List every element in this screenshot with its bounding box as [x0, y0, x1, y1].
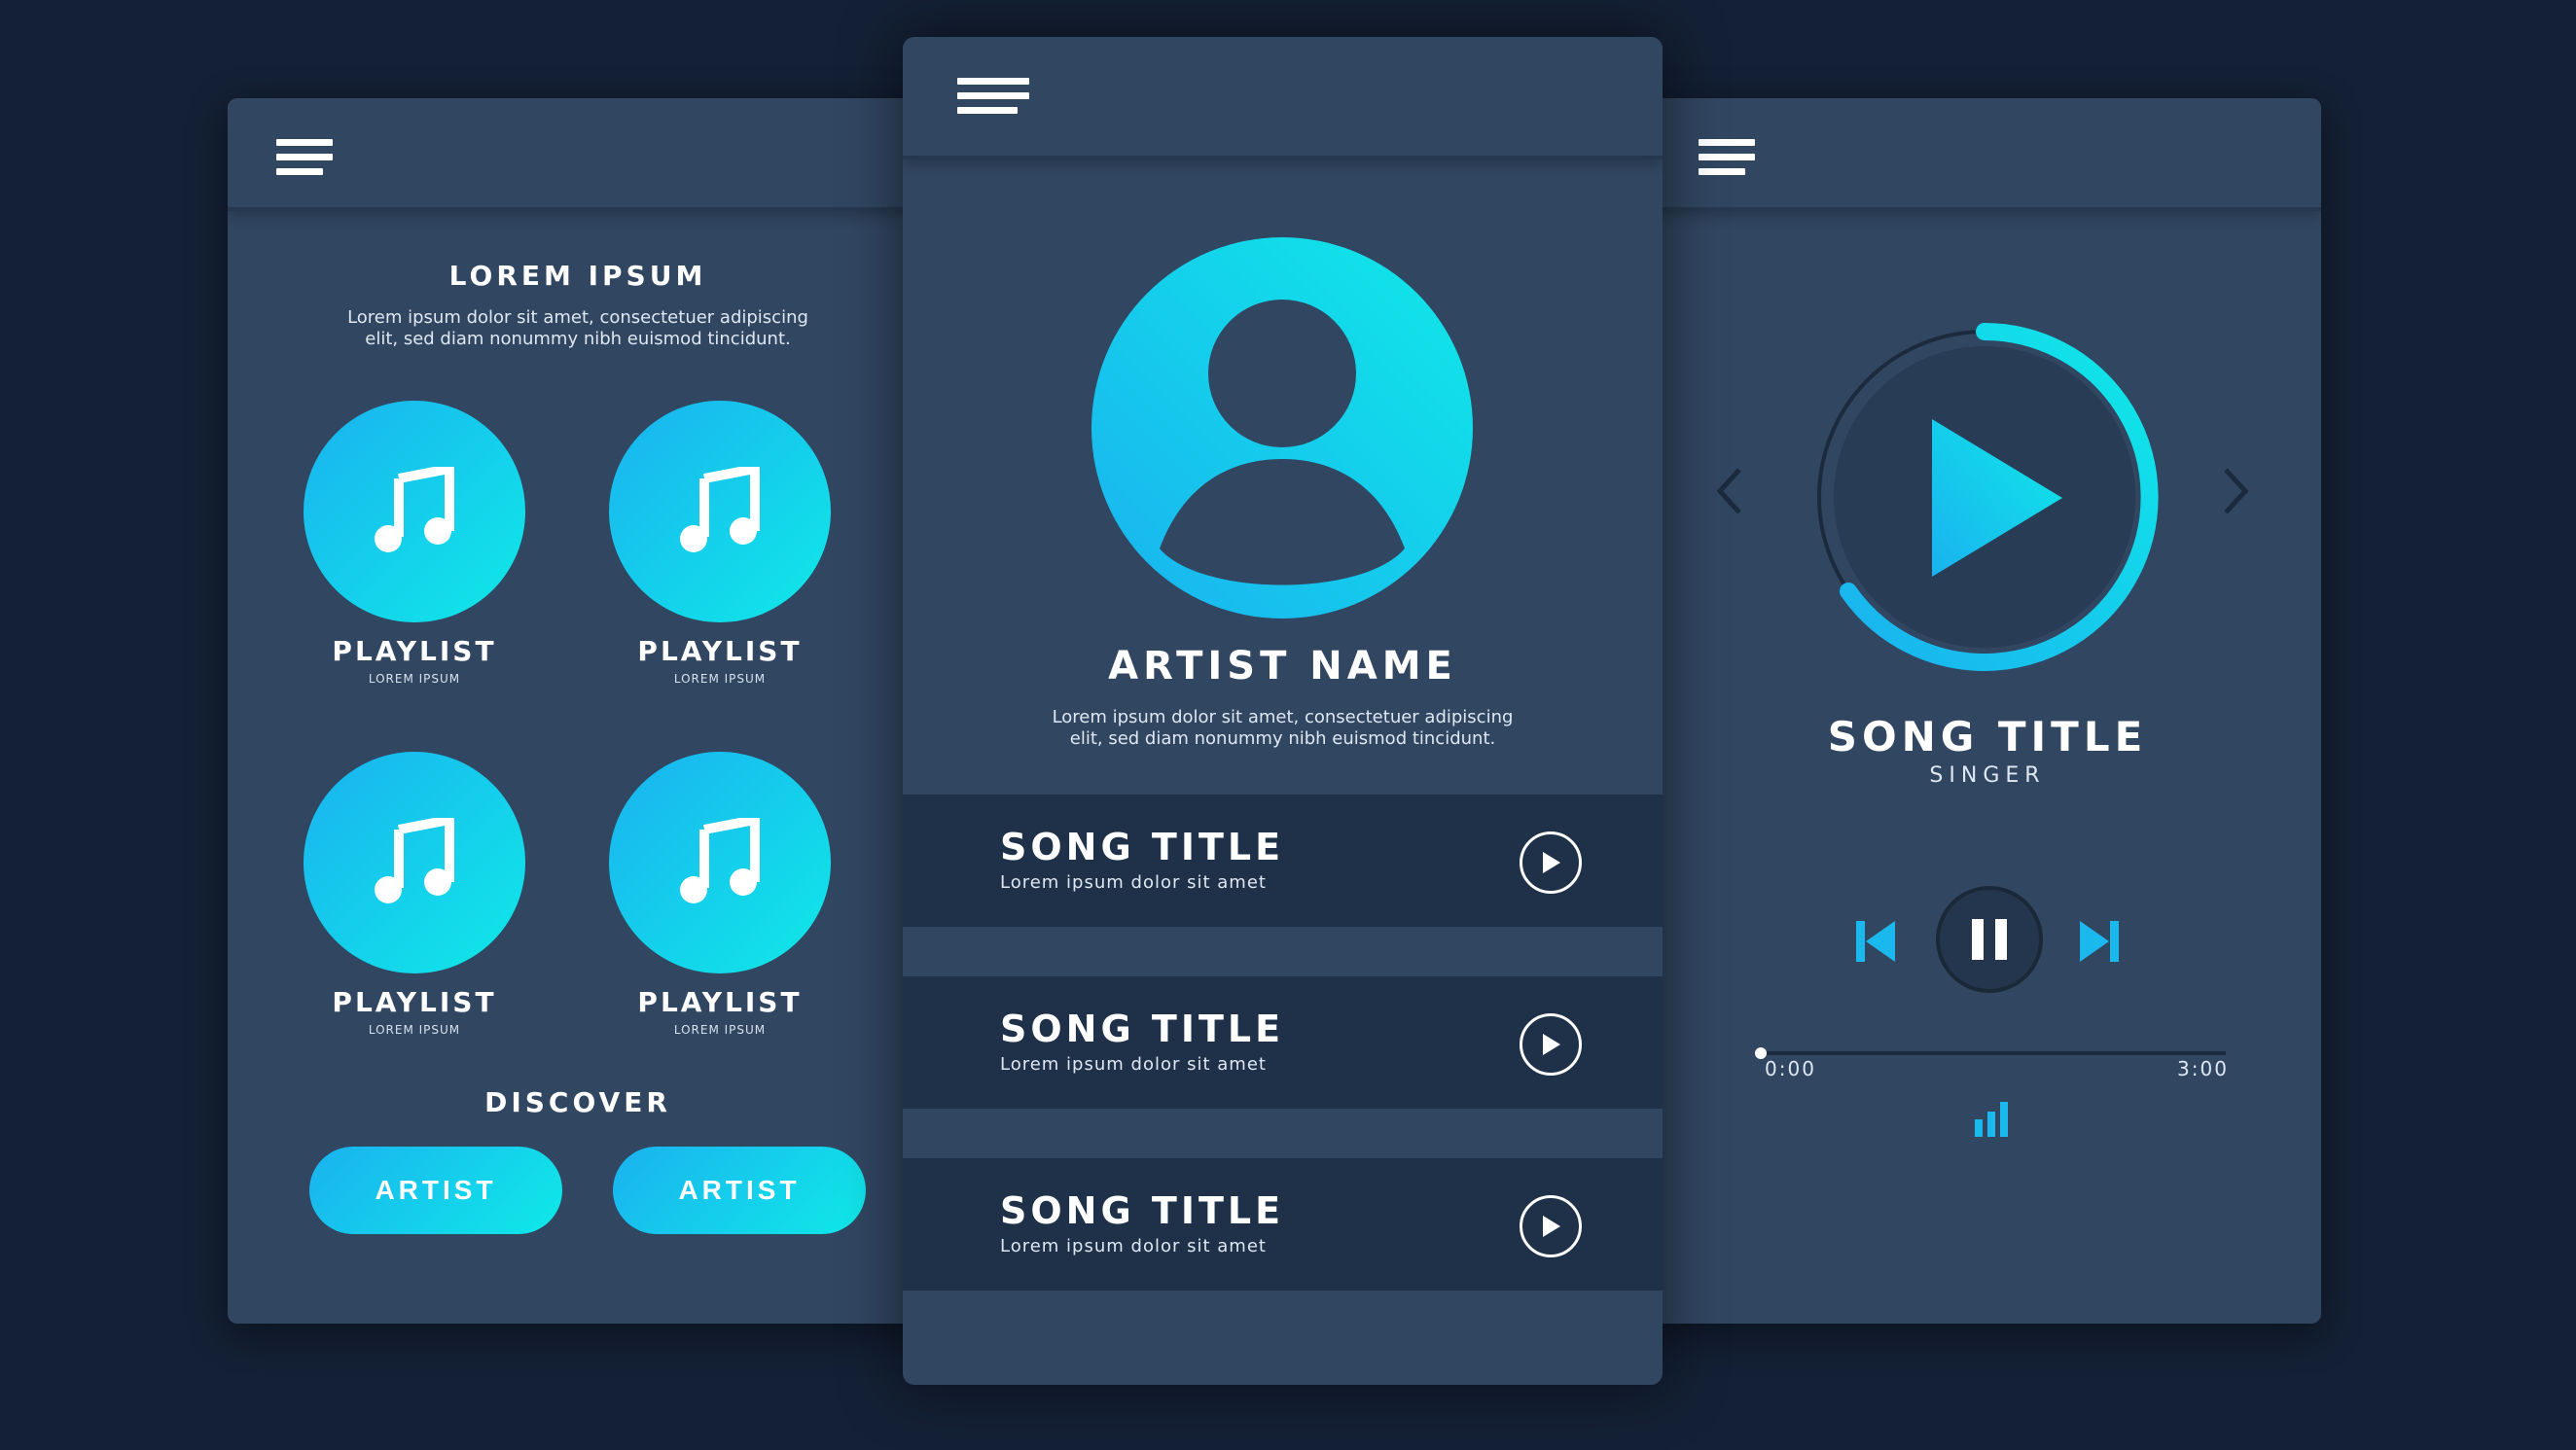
playlist-label-2: PLAYLIST	[637, 635, 803, 667]
playlist-sub-3: LOREM IPSUM	[368, 1023, 461, 1037]
pause-icon	[1972, 919, 2007, 960]
artist-name: ARTIST NAME	[1108, 644, 1457, 689]
seek-bar[interactable]	[1755, 1042, 2226, 1065]
menu-icon[interactable]	[1699, 139, 1755, 175]
music-note-icon	[680, 467, 760, 552]
song-row-1[interactable]: SONG TITLE Lorem ipsum dolor sit amet	[903, 795, 1663, 927]
play-button[interactable]	[1520, 1195, 1582, 1257]
song-title: SONG TITLE	[1000, 1189, 1285, 1232]
playlist-card-4[interactable]	[609, 752, 831, 973]
playlist-sub-1: LOREM IPSUM	[368, 672, 461, 686]
artist-button-1[interactable]: ARTIST	[309, 1147, 562, 1234]
player-screen: SONG TITLE SINGER 0:00 3:00	[1654, 98, 2321, 1324]
artist-description-line1: Lorem ipsum dolor sit amet, consectetuer…	[1052, 707, 1514, 727]
playlist-card-2[interactable]	[609, 401, 831, 622]
song-title: SONG TITLE	[1000, 826, 1285, 868]
section-description-line2: elit, sed diam nonummy nibh euismod tinc…	[365, 329, 791, 349]
playlist-label-1: PLAYLIST	[332, 635, 497, 667]
seek-track	[1755, 1051, 2226, 1055]
stage: LOREM IPSUM Lorem ipsum dolor sit amet, …	[0, 0, 2576, 1450]
song-title: SONG TITLE	[1827, 713, 2148, 760]
play-button[interactable]	[1520, 831, 1582, 894]
playlist-card-3[interactable]	[304, 752, 525, 973]
playlists-screen: LOREM IPSUM Lorem ipsum dolor sit amet, …	[228, 98, 928, 1324]
artist-screen: ARTIST NAME Lorem ipsum dolor sit amet, …	[903, 37, 1663, 1385]
chevron-right-icon[interactable]	[2218, 464, 2253, 518]
song-subtitle: Lorem ipsum dolor sit amet	[1000, 1236, 1267, 1256]
play-button[interactable]	[1520, 1013, 1582, 1076]
equalizer-icon[interactable]	[1973, 1100, 2012, 1139]
menu-icon[interactable]	[276, 139, 333, 175]
music-note-icon	[375, 818, 454, 903]
section-heading: LOREM IPSUM	[448, 260, 707, 292]
pause-button[interactable]	[1936, 886, 2043, 993]
menu-icon[interactable]	[957, 78, 1029, 114]
playlist-card-1[interactable]	[304, 401, 525, 622]
playlist-sub-2: LOREM IPSUM	[673, 672, 767, 686]
chevron-left-icon[interactable]	[1712, 464, 1747, 518]
skip-previous-icon[interactable]	[1854, 919, 1897, 964]
top-bar	[228, 98, 928, 211]
skip-next-icon[interactable]	[2078, 919, 2121, 964]
play-icon	[1543, 1034, 1560, 1055]
time-current: 0:00	[1765, 1057, 1816, 1080]
song-row-2[interactable]: SONG TITLE Lorem ipsum dolor sit amet	[903, 976, 1663, 1109]
artist-avatar	[1091, 237, 1473, 619]
song-title: SONG TITLE	[1000, 1008, 1285, 1050]
play-icon	[1543, 852, 1560, 873]
play-icon	[1543, 1216, 1560, 1237]
song-row-3[interactable]: SONG TITLE Lorem ipsum dolor sit amet	[903, 1158, 1663, 1291]
playlist-label-3: PLAYLIST	[332, 986, 497, 1018]
artist-button-2[interactable]: ARTIST	[613, 1147, 866, 1234]
section-description-line1: Lorem ipsum dolor sit amet, consectetuer…	[347, 307, 808, 328]
music-note-icon	[680, 818, 760, 903]
top-bar	[903, 37, 1663, 159]
playlist-label-4: PLAYLIST	[637, 986, 803, 1018]
discover-heading: DISCOVER	[484, 1086, 671, 1118]
top-bar	[1654, 98, 2321, 211]
time-total: 3:00	[2177, 1057, 2229, 1080]
music-note-icon	[375, 467, 454, 552]
artist-description-line2: elit, sed diam nonummy nibh euismod tinc…	[1069, 728, 1496, 749]
play-progress-dial[interactable]	[1800, 312, 2169, 682]
singer-name: SINGER	[1929, 763, 2046, 788]
playlist-sub-4: LOREM IPSUM	[673, 1023, 767, 1037]
song-subtitle: Lorem ipsum dolor sit amet	[1000, 872, 1267, 893]
song-subtitle: Lorem ipsum dolor sit amet	[1000, 1054, 1267, 1075]
